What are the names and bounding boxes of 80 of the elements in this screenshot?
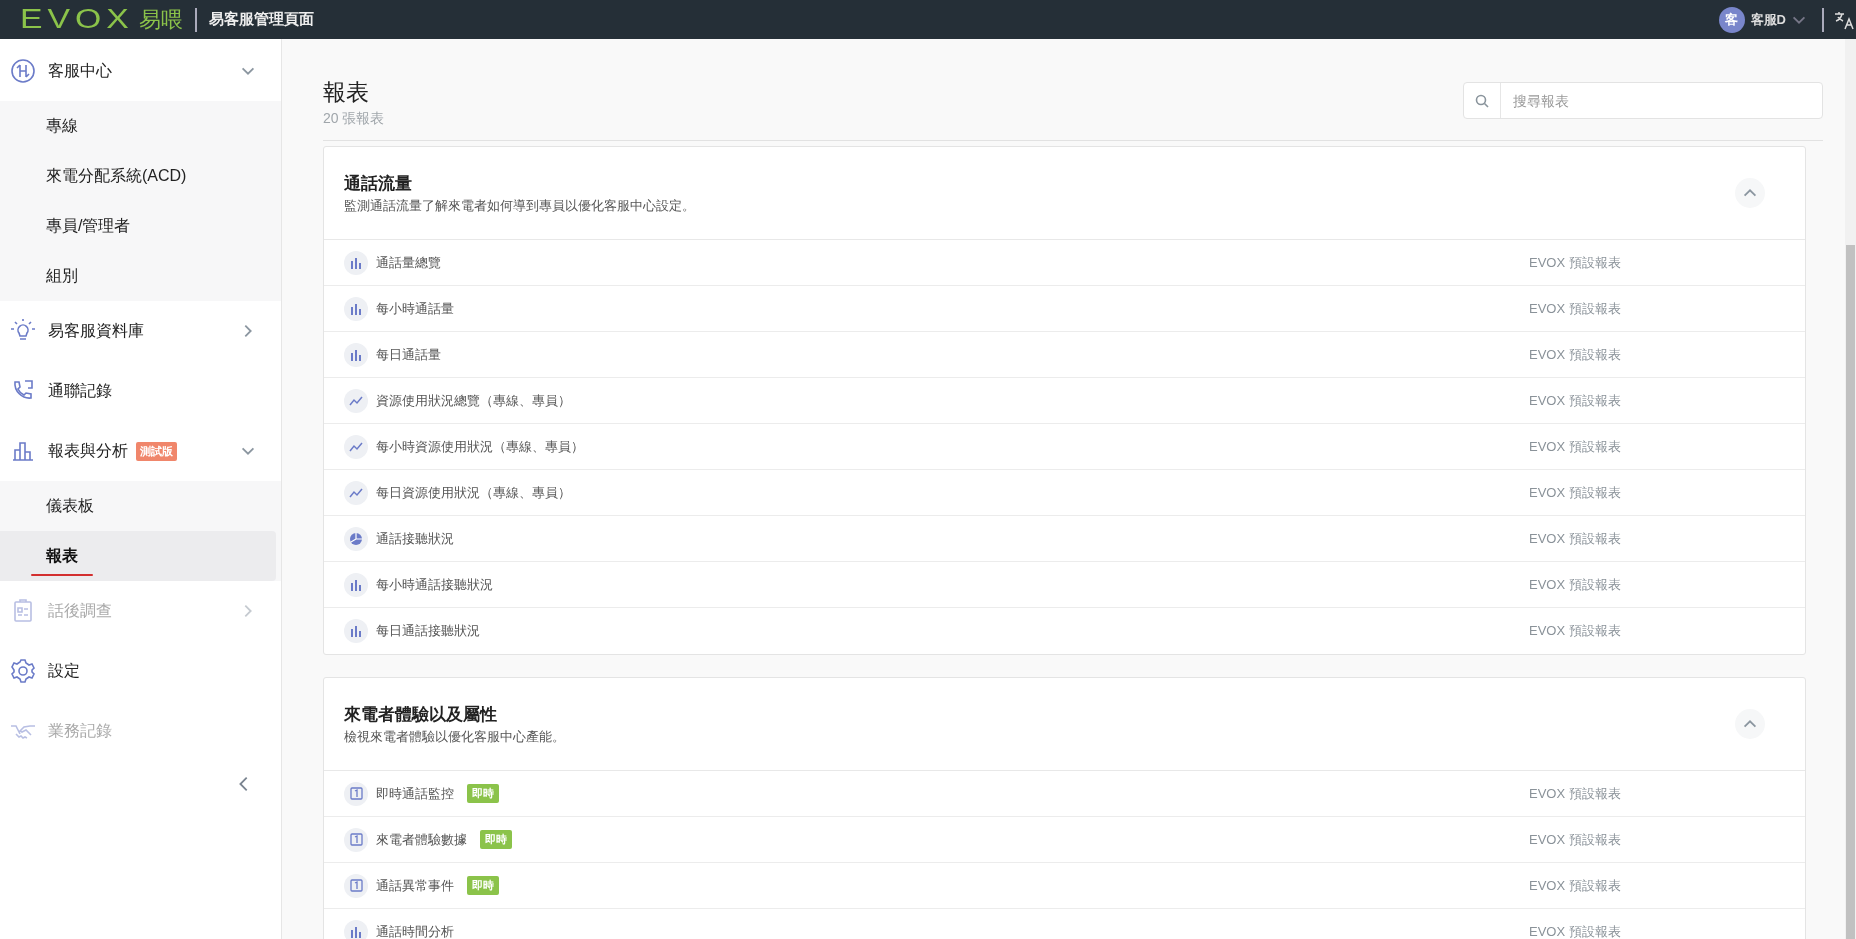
number-one-icon bbox=[349, 787, 363, 800]
bar-chart-icon bbox=[350, 256, 362, 269]
beta-badge: 測試版 bbox=[136, 441, 177, 461]
page-title: 報表 bbox=[323, 78, 370, 107]
collapse-toggle[interactable] bbox=[1735, 178, 1765, 208]
bar-chart-icon bbox=[350, 926, 362, 938]
nav-label: 設定 bbox=[48, 660, 80, 681]
user-name[interactable]: 客服D bbox=[1750, 10, 1786, 29]
report-source: EVOX 預設報表 bbox=[1529, 483, 1622, 502]
nav-item[interactable]: 通聯記錄 bbox=[0, 361, 281, 421]
nav-label: 客服中心 bbox=[48, 60, 112, 81]
nav-subitem[interactable]: 報表 bbox=[0, 531, 276, 581]
section-title: 來電者體驗以及屬性 bbox=[344, 703, 498, 726]
nav-subitem[interactable]: 專員/管理者 bbox=[0, 201, 281, 251]
translate-icon[interactable] bbox=[1834, 9, 1854, 30]
search-icon bbox=[1475, 93, 1489, 108]
report-link[interactable]: 每小時資源使用狀況（專線、專員） bbox=[376, 437, 584, 456]
report-source: EVOX 預設報表 bbox=[1529, 575, 1622, 594]
bar-chart-icon bbox=[350, 302, 362, 315]
report-source: EVOX 預設報表 bbox=[1529, 622, 1622, 640]
nav-item[interactable]: 客服中心 bbox=[0, 41, 281, 101]
report-link[interactable]: 每日通話接聽狀況 bbox=[376, 622, 480, 640]
section-description: 檢視來電者體驗以優化客服中心產能。 bbox=[344, 727, 566, 746]
report-source: EVOX 預設報表 bbox=[1529, 923, 1622, 939]
section-title: 通話流量 bbox=[344, 172, 413, 195]
nav-item[interactable]: 易客服資料庫 bbox=[0, 301, 281, 361]
number-one-icon bbox=[349, 879, 363, 892]
app-title: 易客服管理頁面 bbox=[209, 10, 315, 29]
nav-label: 業務記錄 bbox=[48, 720, 112, 741]
realtime-tag: 即時 bbox=[467, 876, 499, 895]
bar-chart-icon bbox=[350, 625, 362, 637]
pie-chart-icon bbox=[349, 531, 363, 546]
nav-subitem[interactable]: 來電分配系統(ACD) bbox=[0, 151, 281, 201]
report-link[interactable]: 每日通話量 bbox=[376, 345, 441, 364]
report-link[interactable]: 通話量總覽 bbox=[376, 253, 441, 272]
line-chart-icon bbox=[349, 394, 363, 407]
report-link[interactable]: 資源使用狀況總覽（專線、專員） bbox=[376, 391, 571, 410]
bar-chart-icon bbox=[350, 578, 362, 591]
logo: EVOX bbox=[20, 4, 134, 35]
report-link[interactable]: 每小時通話接聽狀況 bbox=[376, 575, 493, 594]
report-source: EVOX 預設報表 bbox=[1529, 299, 1622, 318]
line-chart-icon bbox=[349, 440, 363, 453]
collapse-toggle[interactable] bbox=[1735, 709, 1765, 739]
report-source: EVOX 預設報表 bbox=[1529, 345, 1622, 364]
report-link[interactable]: 即時通話監控 bbox=[376, 784, 454, 803]
report-source: EVOX 預設報表 bbox=[1529, 529, 1622, 548]
settings-icon bbox=[10, 658, 36, 684]
nav-item[interactable]: 設定 bbox=[0, 641, 281, 701]
search-field[interactable]: 搜尋報表 bbox=[1463, 82, 1823, 119]
report-source: EVOX 預設報表 bbox=[1529, 253, 1622, 272]
report-link[interactable]: 每日資源使用狀況（專線、專員） bbox=[376, 483, 571, 502]
report-source: EVOX 預設報表 bbox=[1529, 830, 1622, 849]
line-chart-icon bbox=[349, 486, 363, 499]
nav-label: 報表與分析 bbox=[48, 440, 128, 461]
report-source: EVOX 預設報表 bbox=[1529, 437, 1622, 456]
report-link[interactable]: 來電者體驗數據 bbox=[376, 830, 467, 849]
nav-label: 易客服資料庫 bbox=[48, 320, 144, 341]
realtime-tag: 即時 bbox=[467, 784, 499, 803]
number-one-icon bbox=[349, 833, 363, 846]
report-source: EVOX 預設報表 bbox=[1529, 391, 1622, 410]
report-link[interactable]: 通話時間分析 bbox=[376, 923, 454, 939]
report-link[interactable]: 通話異常事件 bbox=[376, 876, 454, 895]
report-source: EVOX 預設報表 bbox=[1529, 784, 1622, 803]
report-source: EVOX 預設報表 bbox=[1529, 876, 1622, 895]
nav-subitem[interactable]: 儀表板 bbox=[0, 481, 281, 531]
report-count: 20 張報表 bbox=[323, 110, 385, 128]
bar-chart-icon bbox=[350, 348, 362, 361]
nav-item[interactable]: 報表與分析 測試版 bbox=[0, 421, 281, 481]
nav-label: 通聯記錄 bbox=[48, 380, 112, 401]
scrollbar[interactable] bbox=[1845, 39, 1856, 939]
report-link[interactable]: 通話接聽狀況 bbox=[376, 529, 454, 548]
nav-subitem[interactable]: 專線 bbox=[0, 101, 281, 151]
nav-label: 話後調查 bbox=[48, 600, 112, 621]
nav-subitem[interactable]: 組別 bbox=[0, 251, 281, 301]
transfer-icon bbox=[10, 58, 36, 84]
logo-text: 易喂 bbox=[139, 5, 184, 34]
section-description: 監測通話流量了解來電者如何導到專員以優化客服中心設定。 bbox=[344, 196, 696, 215]
search-input[interactable]: 搜尋報表 bbox=[1501, 83, 1822, 118]
realtime-tag: 即時 bbox=[480, 830, 512, 849]
report-link[interactable]: 每小時通話量 bbox=[376, 299, 454, 318]
